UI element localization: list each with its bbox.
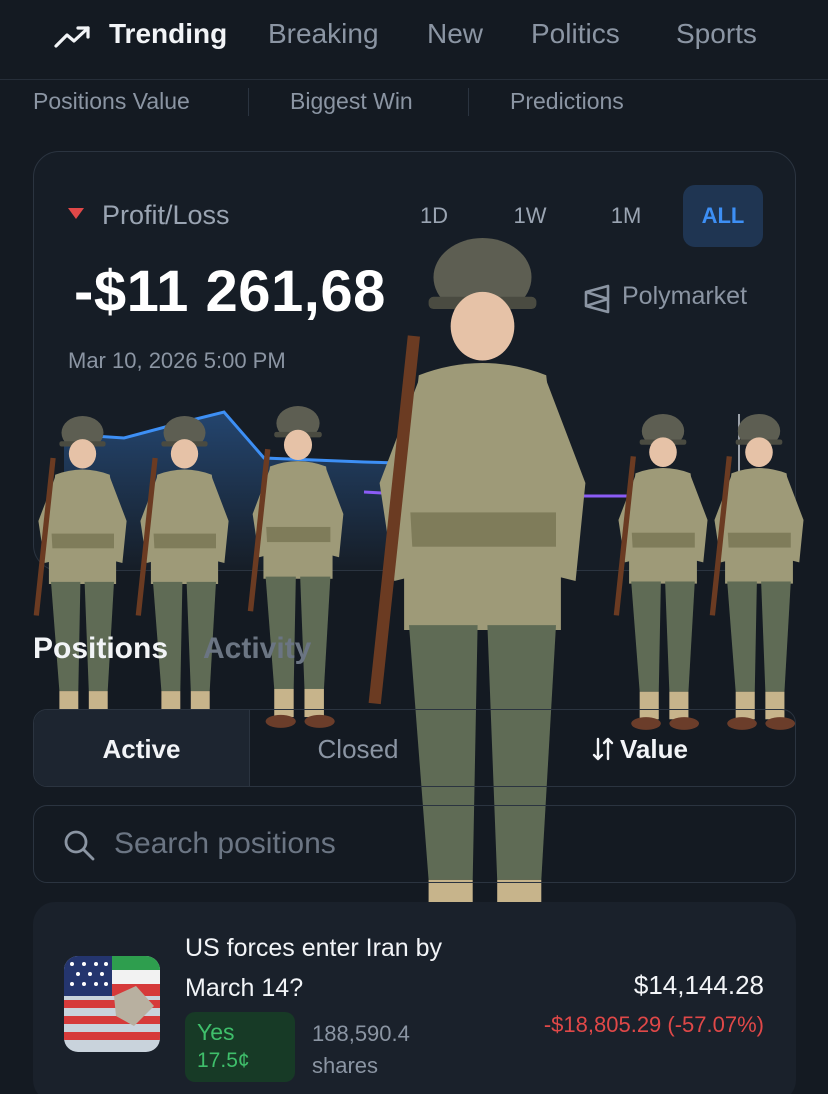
position-card[interactable]: US forces enter Iran by March 14? Yes 17… [33, 902, 796, 1094]
sort-value-button[interactable]: Value [554, 710, 795, 786]
top-nav: Trending Breaking New Politics Sports [0, 0, 828, 80]
range-1m-button[interactable]: 1M [586, 185, 666, 247]
range-all-button[interactable]: ALL [683, 185, 763, 247]
outcome-badge: Yes 17.5¢ [185, 1012, 295, 1082]
range-1w-button[interactable]: 1W [490, 185, 570, 247]
nav-tab-trending[interactable]: Trending [109, 18, 227, 50]
profit-loss-chart [63, 410, 740, 570]
nav-tab-new[interactable]: New [427, 18, 483, 50]
nav-tab-breaking[interactable]: Breaking [268, 18, 379, 50]
subnav-divider [468, 88, 469, 116]
sort-icon [592, 737, 614, 761]
profit-loss-label: Profit/Loss [102, 200, 230, 230]
polymarket-logo-icon [584, 284, 610, 314]
range-1d-button[interactable]: 1D [394, 185, 474, 247]
subnav-positions-value[interactable]: Positions Value [33, 88, 190, 115]
subnav-biggest-win[interactable]: Biggest Win [290, 88, 413, 115]
subnav-predictions[interactable]: Predictions [510, 88, 624, 115]
search-input[interactable] [114, 822, 754, 866]
filter-closed-button[interactable]: Closed [250, 710, 466, 786]
tab-activity[interactable]: Activity [203, 632, 311, 666]
outcome-price: 17.5¢ [197, 1049, 250, 1072]
polymarket-label: Polymarket [622, 282, 748, 310]
outcome-label: Yes [197, 1019, 235, 1045]
search-box [33, 805, 796, 883]
profit-loss-value: -$11 261,68 [74, 259, 386, 324]
market-title[interactable]: US forces enter Iran by March 14? [185, 928, 475, 1008]
nav-tab-politics[interactable]: Politics [531, 18, 620, 50]
position-value: $14,144.28 [633, 970, 764, 1000]
positions-filter-segment: Active Closed Value [33, 709, 796, 787]
profit-loss-date: Mar 10, 2026 5:00 PM [68, 348, 286, 373]
market-thumbnail [64, 956, 160, 1052]
stats-subnav: Positions Value Biggest Win Predictions [0, 88, 828, 118]
trending-up-icon [54, 26, 90, 48]
position-shares: 188,590.4 shares [312, 1021, 410, 1078]
tab-positions[interactable]: Positions [33, 632, 168, 666]
sort-value-label: Value [620, 734, 688, 764]
filter-active-button[interactable]: Active [34, 710, 250, 786]
nav-tab-sports[interactable]: Sports [676, 18, 757, 50]
subnav-divider [248, 88, 249, 116]
position-pnl: -$18,805.29 (-57.07%) [543, 1012, 764, 1037]
search-icon [64, 830, 95, 861]
caret-down-icon [68, 208, 84, 219]
profit-loss-card: Profit/Loss 1D 1W 1M ALL -$11 261,68 Pol… [33, 151, 796, 571]
